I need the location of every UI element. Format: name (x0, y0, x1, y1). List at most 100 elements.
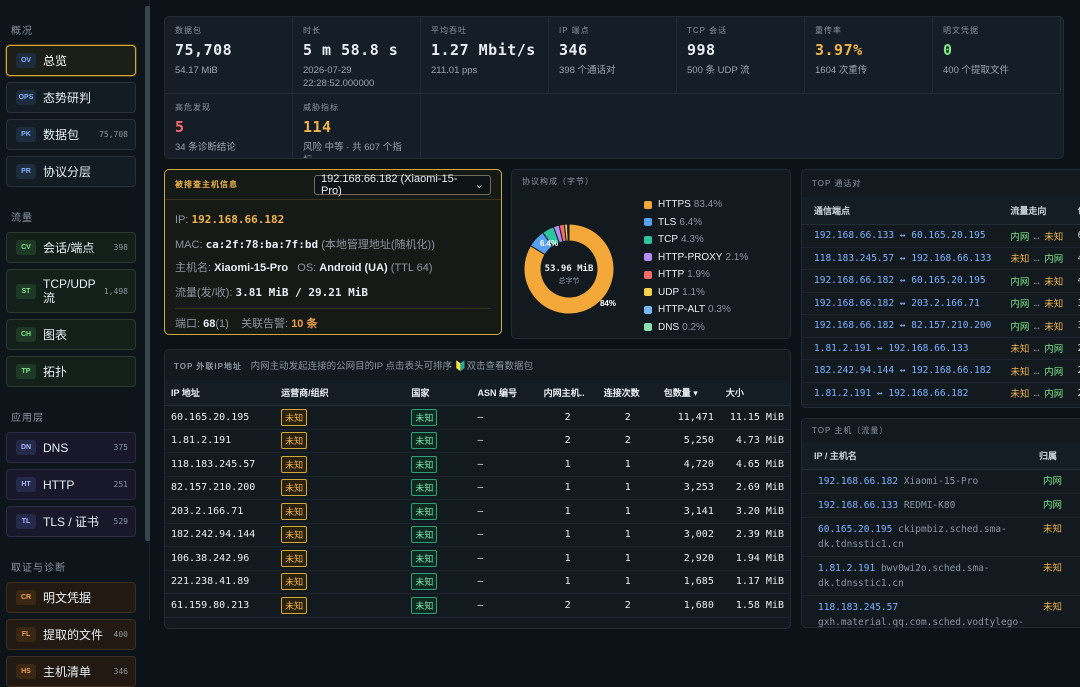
table-row[interactable]: 1.81.2.191 未知 未知 –2 2 5,250 4.73 MiB (165, 429, 790, 453)
table-row[interactable]: 1.81.2.191 bwv0wi2o.sched.sma-dk.tdnssti… (802, 556, 1080, 596)
sidebar-item-ops[interactable]: OPS 态势研判 (6, 82, 136, 113)
host-cell: 1.81.2.191 bwv0wi2o.sched.sma-dk.tdnssti… (802, 556, 1027, 596)
sidebar-item-fl[interactable]: FL 提取的文件 400 (6, 619, 136, 650)
table-row[interactable]: 192.168.66.182 ↔ 203.2.166.71内网 ↔ 未知3, (802, 292, 1080, 315)
table-row[interactable]: 182.242.94.144 ↔ 192.168.66.182未知 ↔ 内网2, (802, 359, 1080, 383)
ext-org: 未知 (275, 452, 406, 477)
sidebar-item-dn[interactable]: DN DNS 375 (6, 432, 136, 463)
flow-from: 内网 (1010, 321, 1030, 333)
column-header[interactable]: IP 地址 (165, 380, 276, 406)
sidebar-badge: ST (16, 283, 36, 299)
host-ip: 1.81.2.191 (818, 563, 876, 574)
table-row[interactable]: 1.81.2.191 ↔ 192.168.66.182未知 ↔ 内网2, (802, 382, 1080, 405)
ext-size: 2.39 MiB (719, 523, 790, 547)
table-row[interactable]: 182.242.94.144 未知 未知 –1 1 3,002 2.39 MiB (165, 523, 790, 547)
ext-asn: – (471, 546, 538, 571)
table-row[interactable]: 118.183.245.57 ↔ 192.168.66.133未知 ↔ 内网4, (802, 247, 1080, 270)
ext-conns: 2 (597, 593, 658, 618)
column-header[interactable]: 包 (1065, 197, 1080, 225)
host-ip: 192.168.66.182 (818, 476, 899, 487)
column-header[interactable]: 大小 (719, 380, 790, 406)
ext-org: 未知 (275, 546, 406, 571)
table-row[interactable]: 203.2.166.71 未知 未知 –1 1 3,141 3.20 MiB (165, 499, 790, 524)
conversation-endpoint: 1.81.2.191 ↔ 192.168.66.133 (802, 337, 999, 360)
legend-pct: 1.1% (682, 286, 705, 298)
table-row[interactable]: 118.183.245.57 gxh.material.qq.com.sched… (802, 595, 1080, 627)
flow-direction: 未知 ↔ 内网 (998, 382, 1066, 405)
table-row[interactable]: 106.38.242.96 未知 未知 –1 1 2,920 1.94 MiB (165, 546, 790, 571)
sidebar-item-hs[interactable]: HS 主机清单 346 (6, 656, 136, 687)
table-row[interactable]: 192.168.66.133 ↔ 60.165.20.195内网 ↔ 未知6, (802, 224, 1080, 248)
table-row[interactable]: 1.81.2.191 ↔ 192.168.66.133未知 ↔ 内网2, (802, 337, 1080, 360)
stat-label: 明文凭据 (943, 26, 979, 35)
sidebar-item-tp[interactable]: TP 拓扑 (6, 356, 136, 387)
country-tag: 未知 (411, 502, 438, 520)
column-header[interactable]: 通信端点 (802, 197, 999, 225)
stat-value: 998 (687, 41, 716, 59)
org-tag: 未知 (281, 573, 308, 591)
table-row[interactable]: 60.165.20.195 未知 未知 –2 2 11,471 11.15 MiB (165, 405, 790, 430)
ext-org: 未知 (275, 593, 406, 618)
sidebar-section-title: 取证与诊断 (11, 563, 66, 574)
sidebar-item-label: HTTP (43, 477, 75, 492)
legend-name: HTTP-PROXY (658, 251, 723, 263)
ext-asn: – (471, 570, 538, 594)
ext-ip: 118.183.245.57 (165, 452, 276, 477)
org-tag: 未知 (281, 526, 308, 544)
sidebar-scrollbar[interactable] (145, 6, 150, 541)
legend-pct: 1.9% (687, 269, 710, 281)
flow-to: 内网 (1044, 389, 1064, 401)
table-row[interactable]: 192.168.66.182 ↔ 82.157.210.200内网 ↔ 未知3, (802, 314, 1080, 338)
sidebar-badge: CR (16, 590, 36, 605)
table-row[interactable]: 192.168.66.182 Xiaomi-15-Pro 内网 (802, 469, 1080, 494)
column-header[interactable]: 内网主机.. (537, 380, 598, 406)
column-header[interactable]: 运营商/组织 (275, 380, 406, 406)
column-header[interactable]: IP / 主机名 (802, 442, 1027, 470)
sidebar-item-cv[interactable]: CV 会话/端点 398 (6, 232, 136, 263)
sidebar-item-label: 协议分层 (43, 164, 92, 179)
legend-pct: 0.3% (708, 304, 731, 316)
stat-sub: 400 个提取文件 (943, 65, 1009, 76)
sidebar-item-pr[interactable]: PR 协议分层 (6, 156, 136, 187)
stat-label: 重传率 (815, 26, 842, 35)
column-header[interactable]: 包数量 ▾ (657, 380, 720, 406)
host-ownership: 内网 (1027, 493, 1080, 518)
org-tag: 未知 (281, 432, 308, 450)
ext-country: 未知 (405, 476, 472, 500)
table-row[interactable]: 60.165.20.195 ckipmbiz.sched.sma-dk.tdns… (802, 517, 1080, 557)
table-row[interactable]: 82.157.210.200 未知 未知 –1 1 3,253 2.69 MiB (165, 476, 790, 500)
column-header[interactable]: 流量走向 (998, 197, 1066, 225)
sidebar-item-pk[interactable]: PK 数据包 75,708 (6, 119, 136, 150)
sidebar-item-cr[interactable]: CR 明文凭据 (6, 582, 136, 613)
sidebar-item-label: TLS / 证书 (43, 514, 100, 529)
sidebar-item-ht[interactable]: HT HTTP 251 (6, 469, 136, 500)
sidebar-badge: PK (16, 127, 36, 142)
table-row[interactable]: 221.238.41.89 未知 未知 –1 1 1,685 1.17 MiB (165, 570, 790, 594)
table-row[interactable]: 118.183.245.57 未知 未知 –1 1 4,720 4.65 MiB (165, 452, 790, 477)
host-select-value: 192.168.66.182 (Xiaomi-15-Pro) (321, 172, 458, 197)
hint-icon: 🔰 (454, 361, 467, 372)
stat-card: 时长 5 m 58.8 s 2026-07-29 22:28:52.000000 (293, 17, 421, 94)
ext-packets: 1,685 (657, 570, 720, 594)
sidebar-item-ch[interactable]: CH 图表 (6, 319, 136, 350)
column-header[interactable]: ASN 编号 (471, 380, 538, 406)
host-alerts[interactable]: 10 条 (291, 318, 317, 330)
sidebar-item-tl[interactable]: TL TLS / 证书 529 (6, 506, 136, 537)
sidebar-item-st[interactable]: ST TCP/UDP 流 1,498 (6, 269, 136, 313)
table-row[interactable]: 192.168.66.133 REDMI-K80 内网 (802, 493, 1080, 518)
table-row[interactable]: 61.159.80.213 未知 未知 –2 2 1,680 1.58 MiB (165, 593, 790, 618)
column-header[interactable]: 归属 (1027, 442, 1080, 470)
ext-conns: 1 (597, 546, 658, 571)
table-row[interactable]: 192.168.66.182 ↔ 60.165.20.195内网 ↔ 未知4, (802, 269, 1080, 293)
stat-sub: 风险 中等 · 共 607 个指标 (303, 142, 402, 158)
top-hosts-table: IP / 主机名 归属 192.168.66.182 Xiaomi-15-Pro 内… (802, 442, 1080, 627)
ext-conns: 1 (597, 523, 658, 547)
sidebar-item-ov[interactable]: OV 总览 (6, 45, 136, 76)
packet-count: 2, (1065, 359, 1080, 383)
ext-hosts: 1 (537, 546, 598, 571)
host-name-row: 主机名: Xiaomi-15-Pro OS: Android (UA) (TTL… (175, 257, 491, 281)
column-header[interactable]: 连接次数 (597, 380, 658, 406)
host-select[interactable]: 192.168.66.182 (Xiaomi-15-Pro) ⌄ (314, 172, 491, 197)
column-header[interactable]: 国家 (405, 380, 472, 406)
donut-slice-dns[interactable] (567, 223, 570, 242)
